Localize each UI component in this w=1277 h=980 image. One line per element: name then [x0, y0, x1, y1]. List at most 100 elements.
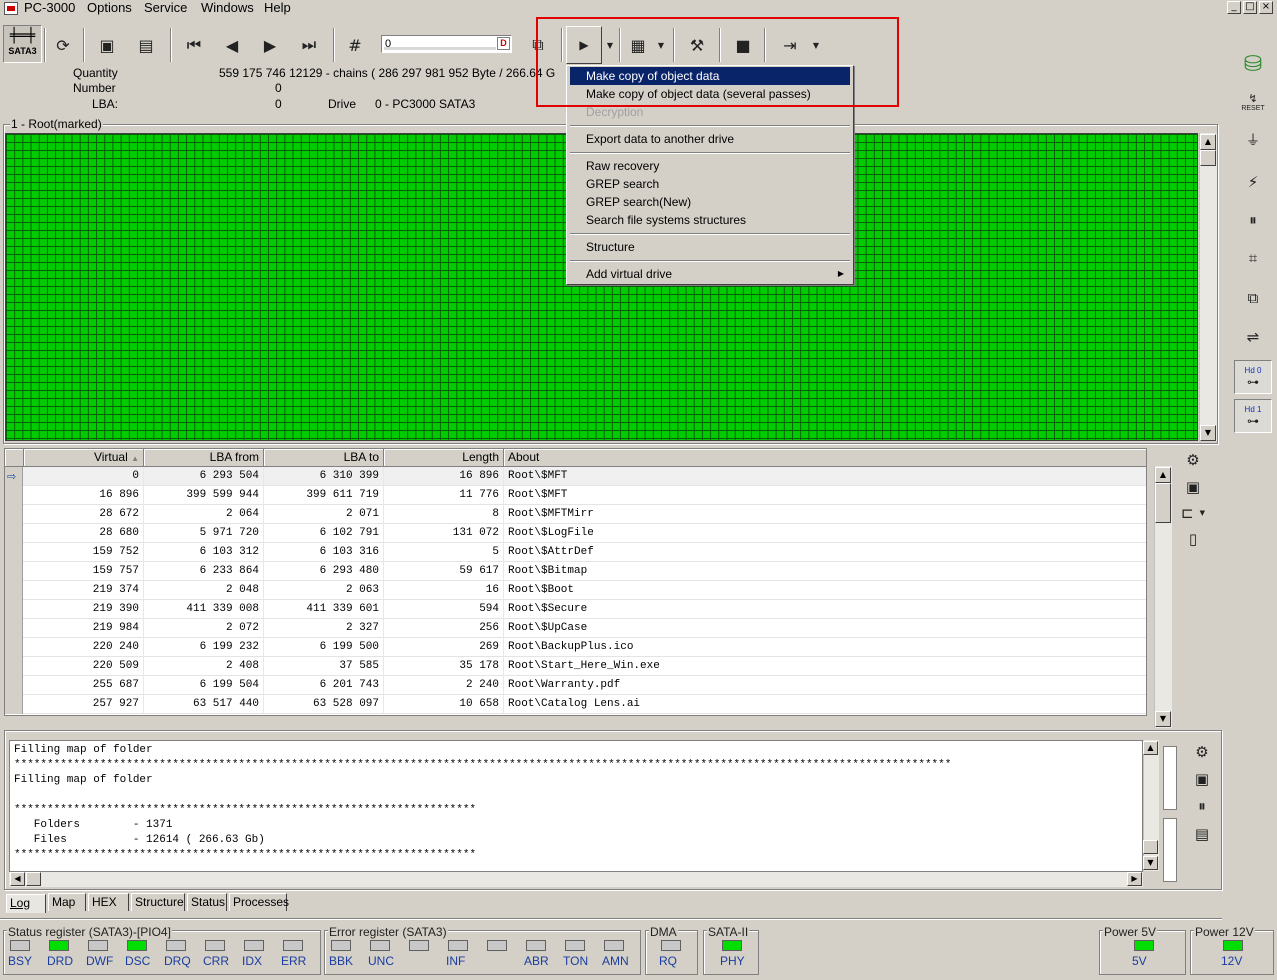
power-5v-label: 5V — [1132, 954, 1147, 968]
copy-button[interactable]: ⧉ — [1237, 284, 1269, 312]
hd0-button[interactable]: Hd 0 ⊶ — [1234, 360, 1272, 394]
scroll-up-icon[interactable]: ▲ — [1155, 467, 1171, 483]
menu-structure[interactable]: Structure — [570, 238, 850, 256]
table-row[interactable]: 219 390 411 339 008 411 339 601 594 Root\$Se… — [5, 600, 1146, 619]
restore-icon[interactable]: □ — [1243, 1, 1257, 14]
row-header[interactable] — [5, 638, 23, 657]
tab-log[interactable]: Log — [6, 894, 46, 913]
log-slider-top[interactable] — [1163, 746, 1177, 810]
row-header[interactable] — [5, 524, 23, 543]
table-row[interactable]: 255 687 6 199 504 6 201 743 2 240 Root\Warra… — [5, 676, 1146, 695]
scroll-thumb[interactable] — [26, 872, 41, 886]
scroll-up-icon[interactable]: ▲ — [1200, 134, 1216, 150]
table-row[interactable]: 28 672 2 064 2 071 8 Root\$MFTMirr — [5, 505, 1146, 524]
table-row[interactable]: 28 680 5 971 720 6 102 791 131 072 Root\$Log… — [5, 524, 1146, 543]
scroll-thumb[interactable] — [1200, 150, 1216, 166]
row-header[interactable] — [5, 543, 23, 562]
table-row[interactable]: 16 896 399 599 944 399 611 719 11 776 Root\$… — [5, 486, 1146, 505]
menu-grep-search[interactable]: GREP search — [570, 175, 850, 193]
row-header[interactable] — [5, 581, 23, 600]
log-pause-button[interactable]: ⏸ — [1186, 792, 1218, 820]
log-hscroll[interactable] — [9, 872, 1143, 887]
sata3-button[interactable]: ╪═╪ SATA3 — [3, 25, 42, 63]
log-save-button[interactable]: ▣ — [1186, 765, 1218, 793]
prev-button[interactable]: ◀ — [214, 26, 250, 64]
minimize-icon[interactable]: _ — [1227, 1, 1241, 14]
menu-raw-recovery[interactable]: Raw recovery — [570, 157, 850, 175]
table-row[interactable]: 257 927 63 517 440 63 528 097 10 658 Root\Ca… — [5, 695, 1146, 714]
row-header[interactable] — [5, 657, 23, 676]
table-row[interactable]: 219 984 2 072 2 327 256 Root\$UpCase — [5, 619, 1146, 638]
row-header[interactable] — [5, 600, 23, 619]
col-lba-from[interactable]: LBA from — [144, 449, 264, 467]
reset-button[interactable]: ↯ RESET — [1237, 88, 1269, 116]
scroll-down-icon[interactable]: ▼ — [1143, 856, 1158, 870]
lba-go-icon[interactable]: D — [497, 37, 510, 50]
scroll-right-icon[interactable]: ▶ — [1127, 872, 1142, 886]
log-save-as-button[interactable]: ▤ — [1186, 820, 1218, 848]
hd1-button[interactable]: Hd 1 ⊶ — [1234, 399, 1272, 433]
tab-processes[interactable]: Processes — [229, 893, 289, 911]
scroll-down-icon[interactable]: ▼ — [1155, 711, 1171, 727]
table-row[interactable]: 220 240 6 199 232 6 199 500 269 Root\BackupP… — [5, 638, 1146, 657]
row-header[interactable] — [5, 695, 23, 714]
menu-add-virtual-drive[interactable]: Add virtual drive ▶ — [570, 265, 850, 283]
col-about[interactable]: About — [504, 449, 1146, 467]
table-row[interactable]: 159 757 6 233 864 6 293 480 59 617 Root\$Bit… — [5, 562, 1146, 581]
log-text[interactable]: Filling map of folder ******************… — [9, 740, 1143, 872]
menu-service[interactable]: Service — [144, 0, 187, 18]
log-export-button[interactable]: ⚙ — [1186, 738, 1218, 766]
table-open-button[interactable]: ⊏ ▼ — [1177, 499, 1209, 527]
lba-input[interactable]: 0 — [381, 35, 512, 53]
tab-hex[interactable]: HEX — [88, 893, 129, 911]
map-scrollbar[interactable] — [1199, 133, 1217, 441]
table-row[interactable]: 159 752 6 103 312 6 103 316 5 Root\$AttrDef — [5, 543, 1146, 562]
menu-bar: PC-3000 Options Service Windows Help _ □… — [0, 0, 1277, 18]
next-button[interactable]: ▶ — [252, 26, 288, 64]
table-row[interactable]: ⇨ 0 6 293 504 6 310 399 16 896 Root\$MFT — [5, 467, 1146, 486]
rescan-button[interactable]: ⟳ — [45, 26, 81, 64]
counter-button[interactable]: ⌗ — [1237, 244, 1269, 272]
table-row[interactable]: 220 509 2 408 37 585 35 178 Root\Start_Here_… — [5, 657, 1146, 676]
menu-export-data[interactable]: Export data to another drive — [570, 130, 850, 148]
col-lba-to[interactable]: LBA to — [264, 449, 384, 467]
close-icon[interactable]: × — [1259, 1, 1273, 14]
menu-options[interactable]: Options — [87, 0, 132, 18]
table-row[interactable]: 219 374 2 048 2 063 16 Root\$Boot — [5, 581, 1146, 600]
power-toggle-button[interactable]: ⏚ — [1237, 126, 1269, 154]
log-slider-bottom[interactable] — [1163, 818, 1177, 882]
sata-port-button[interactable]: ⇌ — [1237, 323, 1269, 351]
first-button[interactable]: ⏮ — [176, 26, 212, 64]
menu-grep-search-new[interactable]: GREP search(New) — [570, 193, 850, 211]
tab-status[interactable]: Status — [187, 893, 227, 911]
connect-button[interactable]: ⚡ — [1237, 168, 1269, 196]
scroll-thumb[interactable] — [1143, 840, 1158, 854]
app-logo-icon[interactable] — [4, 2, 18, 15]
scroll-up-icon[interactable]: ▲ — [1143, 741, 1158, 755]
col-length[interactable]: Length — [384, 449, 504, 467]
scroll-thumb[interactable] — [1155, 483, 1171, 523]
row-header[interactable] — [5, 676, 23, 695]
last-button[interactable]: ⏭ — [291, 26, 327, 64]
goto-button[interactable]: # — [337, 26, 373, 64]
col-virtual[interactable]: Virtual ▲ — [24, 449, 144, 467]
row-header[interactable] — [5, 619, 23, 638]
row-header[interactable]: ⇨ — [5, 467, 23, 486]
row-header[interactable] — [5, 505, 23, 524]
save-as-button[interactable]: ▤ — [128, 26, 164, 64]
drive-db-button[interactable]: ⛁ — [1237, 48, 1269, 80]
scroll-down-icon[interactable]: ▼ — [1200, 425, 1216, 441]
pause-button[interactable]: ⏸ — [1237, 206, 1269, 234]
row-header[interactable] — [5, 562, 23, 581]
menu-help[interactable]: Help — [264, 0, 291, 18]
save-button[interactable]: ▣ — [89, 26, 125, 64]
table-export-button[interactable]: ⚙ — [1177, 446, 1209, 474]
scroll-left-icon[interactable]: ◀ — [10, 872, 25, 886]
tab-map[interactable]: Map — [48, 893, 86, 911]
menu-search-fs-structures[interactable]: Search file systems structures — [570, 211, 850, 229]
menu-windows[interactable]: Windows — [201, 0, 254, 18]
table-save-button[interactable]: ▣ — [1177, 473, 1209, 501]
row-header[interactable] — [5, 486, 23, 505]
table-new-button[interactable]: ▯ — [1177, 525, 1209, 553]
tab-structure[interactable]: Structure — [131, 893, 185, 911]
